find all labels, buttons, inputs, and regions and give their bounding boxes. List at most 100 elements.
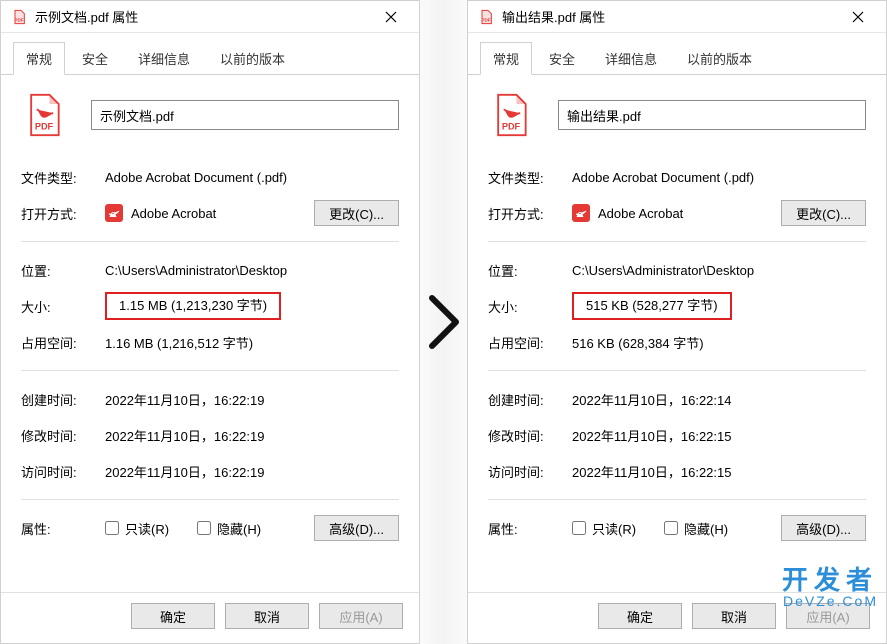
titlebar: PDF 示例文档.pdf 属性	[1, 1, 419, 33]
tab-content: PDF 文件类型:Adobe Acrobat Document (.pdf) 打…	[1, 75, 419, 592]
size-label: 大小:	[488, 297, 572, 316]
acrobat-icon	[572, 204, 590, 222]
properties-dialog-right: PDF 输出结果.pdf 属性 常规 安全 详细信息 以前的版本 PDF 文件类…	[467, 0, 887, 644]
close-button[interactable]	[371, 3, 411, 31]
accessed-value: 2022年11月10日，16:22:15	[572, 462, 731, 481]
attributes-label: 属性:	[21, 519, 105, 538]
tab-previous-versions[interactable]: 以前的版本	[674, 42, 765, 75]
size-value: 515 KB (528,277 字节)	[572, 292, 732, 320]
size-on-disk-value: 516 KB (628,384 字节)	[572, 333, 704, 352]
divider	[21, 370, 399, 371]
location-value: C:\Users\Administrator\Desktop	[572, 263, 754, 278]
size-on-disk-label: 占用空间:	[21, 333, 105, 352]
tab-bar: 常规 安全 详细信息 以前的版本	[1, 33, 419, 75]
arrow-divider	[420, 0, 467, 644]
apply-button[interactable]: 应用(A)	[786, 603, 870, 629]
divider	[21, 499, 399, 500]
hidden-checkbox[interactable]: 隐藏(H)	[197, 519, 261, 538]
pdf-icon: PDF	[25, 93, 63, 137]
tab-bar: 常规 安全 详细信息 以前的版本	[468, 33, 886, 75]
modified-label: 修改时间:	[21, 426, 105, 445]
pdf-file-icon: PDF	[11, 9, 27, 25]
divider	[21, 241, 399, 242]
readonly-checkbox[interactable]: 只读(R)	[105, 519, 169, 538]
change-button[interactable]: 更改(C)...	[781, 200, 866, 226]
readonly-input[interactable]	[105, 521, 119, 535]
svg-text:PDF: PDF	[502, 122, 521, 132]
change-button[interactable]: 更改(C)...	[314, 200, 399, 226]
location-value: C:\Users\Administrator\Desktop	[105, 263, 287, 278]
filename-input[interactable]	[91, 100, 399, 130]
svg-text:PDF: PDF	[481, 17, 490, 22]
filename-input[interactable]	[558, 100, 866, 130]
ok-button[interactable]: 确定	[131, 603, 215, 629]
filetype-value: Adobe Acrobat Document (.pdf)	[105, 170, 287, 185]
openwith-value: Adobe Acrobat	[572, 204, 781, 222]
svg-text:PDF: PDF	[35, 122, 54, 132]
apply-button[interactable]: 应用(A)	[319, 603, 403, 629]
cancel-button[interactable]: 取消	[692, 603, 776, 629]
openwith-value: Adobe Acrobat	[105, 204, 314, 222]
dialog-footer: 确定 取消 应用(A)	[1, 592, 419, 643]
hidden-checkbox[interactable]: 隐藏(H)	[664, 519, 728, 538]
size-on-disk-value: 1.16 MB (1,216,512 字节)	[105, 333, 253, 352]
attributes-label: 属性:	[488, 519, 572, 538]
openwith-label: 打开方式:	[488, 204, 572, 223]
modified-value: 2022年11月10日，16:22:19	[105, 426, 264, 445]
modified-value: 2022年11月10日，16:22:15	[572, 426, 731, 445]
created-label: 创建时间:	[488, 390, 572, 409]
arrow-right-icon	[426, 292, 462, 352]
advanced-button[interactable]: 高级(D)...	[314, 515, 399, 541]
filetype-label: 文件类型:	[488, 168, 572, 187]
location-label: 位置:	[488, 261, 572, 280]
created-value: 2022年11月10日，16:22:19	[105, 390, 264, 409]
readonly-label: 只读(R)	[592, 519, 636, 538]
close-button[interactable]	[838, 3, 878, 31]
divider	[488, 241, 866, 242]
modified-label: 修改时间:	[488, 426, 572, 445]
tab-general[interactable]: 常规	[480, 42, 532, 75]
created-value: 2022年11月10日，16:22:14	[572, 390, 731, 409]
divider	[488, 370, 866, 371]
readonly-label: 只读(R)	[125, 519, 169, 538]
close-icon	[385, 11, 397, 23]
tab-details[interactable]: 详细信息	[592, 42, 670, 75]
openwith-app-name: Adobe Acrobat	[598, 206, 683, 221]
properties-dialog-left: PDF 示例文档.pdf 属性 常规 安全 详细信息 以前的版本 PDF 文件类…	[0, 0, 420, 644]
dialog-footer: 确定 取消 应用(A)	[468, 592, 886, 643]
svg-text:PDF: PDF	[14, 17, 23, 22]
filetype-value: Adobe Acrobat Document (.pdf)	[572, 170, 754, 185]
size-label: 大小:	[21, 297, 105, 316]
size-value: 1.15 MB (1,213,230 字节)	[105, 292, 281, 320]
openwith-app-name: Adobe Acrobat	[131, 206, 216, 221]
readonly-checkbox[interactable]: 只读(R)	[572, 519, 636, 538]
hidden-input[interactable]	[664, 521, 678, 535]
hidden-label: 隐藏(H)	[217, 519, 261, 538]
openwith-label: 打开方式:	[21, 204, 105, 223]
divider	[488, 499, 866, 500]
close-icon	[852, 11, 864, 23]
created-label: 创建时间:	[21, 390, 105, 409]
tab-general[interactable]: 常规	[13, 42, 65, 75]
location-label: 位置:	[21, 261, 105, 280]
readonly-input[interactable]	[572, 521, 586, 535]
acrobat-icon	[105, 204, 123, 222]
accessed-label: 访问时间:	[488, 462, 572, 481]
tab-security[interactable]: 安全	[69, 42, 121, 75]
pdf-file-icon: PDF	[478, 9, 494, 25]
filetype-label: 文件类型:	[21, 168, 105, 187]
tab-previous-versions[interactable]: 以前的版本	[207, 42, 298, 75]
tab-security[interactable]: 安全	[536, 42, 588, 75]
accessed-label: 访问时间:	[21, 462, 105, 481]
accessed-value: 2022年11月10日，16:22:19	[105, 462, 264, 481]
tab-details[interactable]: 详细信息	[125, 42, 203, 75]
hidden-label: 隐藏(H)	[684, 519, 728, 538]
tab-content: PDF 文件类型:Adobe Acrobat Document (.pdf) 打…	[468, 75, 886, 592]
cancel-button[interactable]: 取消	[225, 603, 309, 629]
pdf-icon: PDF	[492, 93, 530, 137]
advanced-button[interactable]: 高级(D)...	[781, 515, 866, 541]
ok-button[interactable]: 确定	[598, 603, 682, 629]
size-on-disk-label: 占用空间:	[488, 333, 572, 352]
window-title: 示例文档.pdf 属性	[35, 7, 371, 26]
hidden-input[interactable]	[197, 521, 211, 535]
